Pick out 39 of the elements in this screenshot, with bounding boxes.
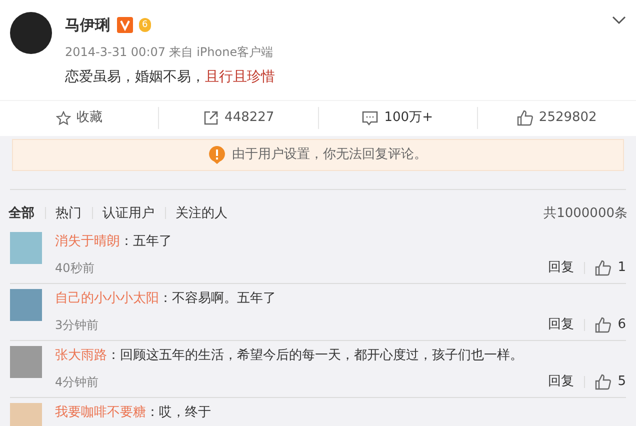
post-time: 2014-3-31 00:07 [65,44,166,60]
filter-tab[interactable]: 关注的人 [176,204,228,223]
like-count: 5 [618,373,626,391]
filter-tab[interactable]: 认证用户 [102,204,154,223]
comment-time: 40秒前 [55,260,94,277]
like-icon[interactable] [595,374,612,390]
reply-button[interactable]: 回复 [548,372,574,392]
action-button[interactable]: 448227 [159,107,318,129]
avatar-circle [10,12,52,54]
warning-icon [209,146,226,164]
reply-button[interactable]: 回复 [548,315,574,334]
filter-tab[interactable]: 全部 [8,204,34,223]
user-name: 马伊琍 [65,15,110,36]
comment-count: 共1000000条 [544,204,628,222]
action-button[interactable]: 2529802 [478,107,636,129]
reply-button[interactable]: 回复 [548,258,574,278]
level-badge: 6 [139,18,151,32]
chevron-down-icon[interactable] [612,16,626,25]
like-count: 6 [618,316,626,334]
notice-text: 由于用户设置，你无法回复评论。 [232,146,427,164]
post-text: 恋爱虽易，婚姻不易， [65,68,205,86]
thumbs-up-icon [516,110,533,126]
action-button[interactable]: 100万+ [318,107,477,129]
comment-text: ：回顾这五年的生活，希望今后的每一天，都开心度过，孩子们也一样。 [107,347,523,365]
comment-text: ：不容易啊。五年了 [159,290,276,308]
comment-time: 4分钟前 [55,374,99,391]
filter-tab[interactable]: 热门 [56,204,82,223]
comment-text: ：哎，终于 [146,404,211,422]
star-icon [56,110,71,126]
post-source: 来自 iPhone客户端 [168,44,274,60]
post-link[interactable]: 且行且珍惜 [205,66,275,88]
share-icon [202,110,219,126]
like-count: 1 [618,259,626,277]
comment-text: ：五年了 [120,233,172,251]
comment-icon [362,110,378,126]
like-icon[interactable] [595,260,612,276]
comment-time: 3分钟前 [55,316,99,334]
action-button[interactable]: 收藏 [0,107,158,129]
like-icon[interactable] [595,316,612,333]
